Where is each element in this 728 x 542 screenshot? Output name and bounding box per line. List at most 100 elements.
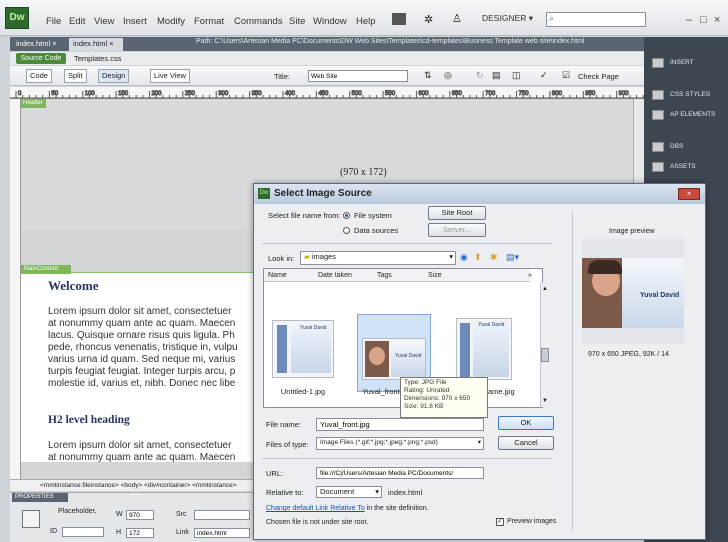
file-list-scrollbar[interactable] — [540, 283, 550, 407]
live-view-button[interactable]: Live View — [150, 69, 190, 83]
panel-assets[interactable]: ASSETS — [650, 157, 726, 177]
file-name-label: File name: — [266, 420, 302, 429]
site-root-button[interactable]: Site Root — [428, 206, 486, 220]
not-under-root-note: Chosen file is not under site root. — [266, 519, 369, 526]
preview-images-checkbox[interactable]: ✓ — [496, 518, 504, 526]
thumb-text: Yuval David — [478, 322, 505, 328]
relative-to-select[interactable]: Document ▾ — [316, 486, 382, 498]
menu-insert[interactable]: Insert — [123, 16, 147, 27]
check-page-icon[interactable]: ☑ — [562, 70, 570, 81]
dialog-close-button[interactable]: × — [678, 188, 700, 200]
ruler-tick-label: 300 — [218, 91, 229, 97]
select-from-label: Select file name from: — [268, 211, 341, 220]
cancel-button[interactable]: Cancel — [498, 436, 554, 450]
relative-file: index.html — [388, 488, 423, 497]
ruler-tick-label: 450 — [318, 91, 329, 97]
menu-commands[interactable]: Commands — [234, 16, 283, 27]
search-input[interactable] — [546, 12, 646, 27]
src-label: Src — [176, 511, 187, 518]
properties-title: PROPERTIES — [12, 493, 68, 502]
panel-css-styles[interactable]: CSS STYLES — [650, 85, 726, 105]
new-folder-icon[interactable]: ✱ — [490, 252, 498, 263]
h2-heading: H2 level heading — [48, 414, 130, 426]
divider — [262, 243, 552, 244]
related-file-css[interactable]: Templates.css — [74, 54, 122, 63]
column-tags[interactable]: Tags — [377, 272, 392, 279]
menu-format[interactable]: Format — [194, 16, 224, 27]
menu-help[interactable]: Help — [356, 16, 376, 27]
scroll-thumb[interactable] — [541, 348, 549, 362]
close-icon[interactable]: × — [109, 39, 113, 48]
relative-to-label: Relative to: — [266, 488, 304, 497]
workspace-switcher[interactable]: DESIGNER ▾ — [482, 13, 538, 27]
code-view-button[interactable]: Code — [26, 69, 52, 83]
menu-edit[interactable]: Edit — [69, 16, 85, 27]
close-button[interactable]: × — [714, 14, 720, 26]
paragraph-line: molestie id, varius et, nibh. Donec nec … — [48, 378, 236, 389]
look-in-select[interactable]: ▰ images ▾ — [300, 251, 456, 265]
layout-menu-icon[interactable] — [392, 13, 406, 25]
menu-file[interactable]: File — [46, 16, 61, 27]
link-input[interactable] — [194, 528, 250, 538]
tab-index-1[interactable]: index.html × — [12, 38, 68, 51]
source-code-button[interactable]: Source Code — [16, 53, 66, 64]
file-name-untitled[interactable]: Untitled-1.jpg — [266, 387, 340, 396]
validate-icon[interactable]: ✓ — [540, 70, 548, 81]
view-menu-icon[interactable]: ▤▾ — [506, 252, 519, 263]
files-of-type-value: Image Files (*.gif;*.jpg;*.jpeg;*.png;*.… — [320, 439, 438, 446]
preview-browser-icon[interactable]: ◎ — [444, 70, 452, 81]
check-page-button[interactable]: Check Page — [578, 72, 619, 81]
back-icon[interactable]: ◉ — [460, 252, 468, 263]
tooltip-line: Rating: Unrated — [404, 387, 450, 394]
split-view-button[interactable]: Split — [64, 69, 87, 83]
menu-window[interactable]: Window — [313, 16, 347, 27]
menu-modify[interactable]: Modify — [157, 16, 185, 27]
dialog-title: Select Image Source — [254, 184, 705, 204]
tab-index-2[interactable]: index.html × — [69, 38, 123, 51]
up-folder-icon[interactable]: ⬆ — [474, 252, 482, 263]
radio-data-sources[interactable] — [343, 227, 350, 234]
src-input[interactable] — [194, 510, 250, 520]
close-icon[interactable]: × — [52, 39, 56, 48]
panel-ap-elements[interactable]: AP ELEMENTS — [650, 105, 726, 125]
site-icon[interactable]: ♙ — [452, 12, 462, 25]
column-name[interactable]: Name — [268, 272, 287, 279]
column-date-taken[interactable]: Date taken — [318, 272, 352, 279]
gear-icon[interactable]: ✲ — [424, 13, 433, 26]
thumb-text: Yuval David — [395, 353, 422, 359]
preview-name: Yuval David — [640, 292, 680, 299]
title-input[interactable] — [308, 70, 408, 82]
column-size[interactable]: Size — [428, 272, 442, 279]
minimize-button[interactable]: – — [686, 14, 692, 26]
folder-icon: ▰ — [304, 252, 310, 261]
design-view-button[interactable]: Design — [98, 69, 130, 83]
id-input[interactable] — [62, 527, 104, 537]
scroll-up-icon[interactable]: ▲ — [542, 286, 548, 292]
ruler-tick-label: 750 — [519, 91, 530, 97]
menu-site[interactable]: Site — [289, 16, 305, 27]
url-input[interactable] — [316, 467, 484, 479]
scroll-down-icon[interactable]: ▼ — [542, 398, 548, 404]
refresh-icon[interactable]: ↻ — [476, 70, 484, 81]
height-input[interactable] — [126, 528, 154, 538]
file-thumbnail[interactable] — [362, 338, 426, 380]
panel-insert[interactable]: INSERT — [650, 53, 726, 73]
width-input[interactable] — [126, 510, 154, 520]
maximize-button[interactable]: □ — [700, 14, 707, 26]
preview-images-label: Preview images — [507, 518, 557, 525]
file-name-input[interactable] — [316, 418, 484, 431]
view-options-icon[interactable]: ▤ — [492, 70, 501, 81]
panel-databases[interactable]: DBS — [650, 137, 726, 157]
vertical-ruler — [10, 99, 21, 479]
change-default-link[interactable]: Change default Link Relative To — [266, 505, 365, 512]
server-button[interactable]: Server... — [428, 223, 486, 237]
chevron-down-icon: ▾ — [449, 252, 453, 261]
ok-button[interactable]: OK — [498, 416, 554, 430]
radio-file-system[interactable] — [343, 212, 350, 219]
files-of-type-select[interactable]: Image Files (*.gif;*.jpg;*.jpeg;*.png;*.… — [316, 437, 484, 450]
ruler-tick-label: 400 — [285, 91, 296, 97]
column-more[interactable]: » — [528, 272, 532, 279]
visual-aids-icon[interactable]: ◫ — [512, 70, 521, 81]
menu-view[interactable]: View — [94, 16, 114, 27]
file-management-icon[interactable]: ⇅ — [424, 70, 432, 81]
